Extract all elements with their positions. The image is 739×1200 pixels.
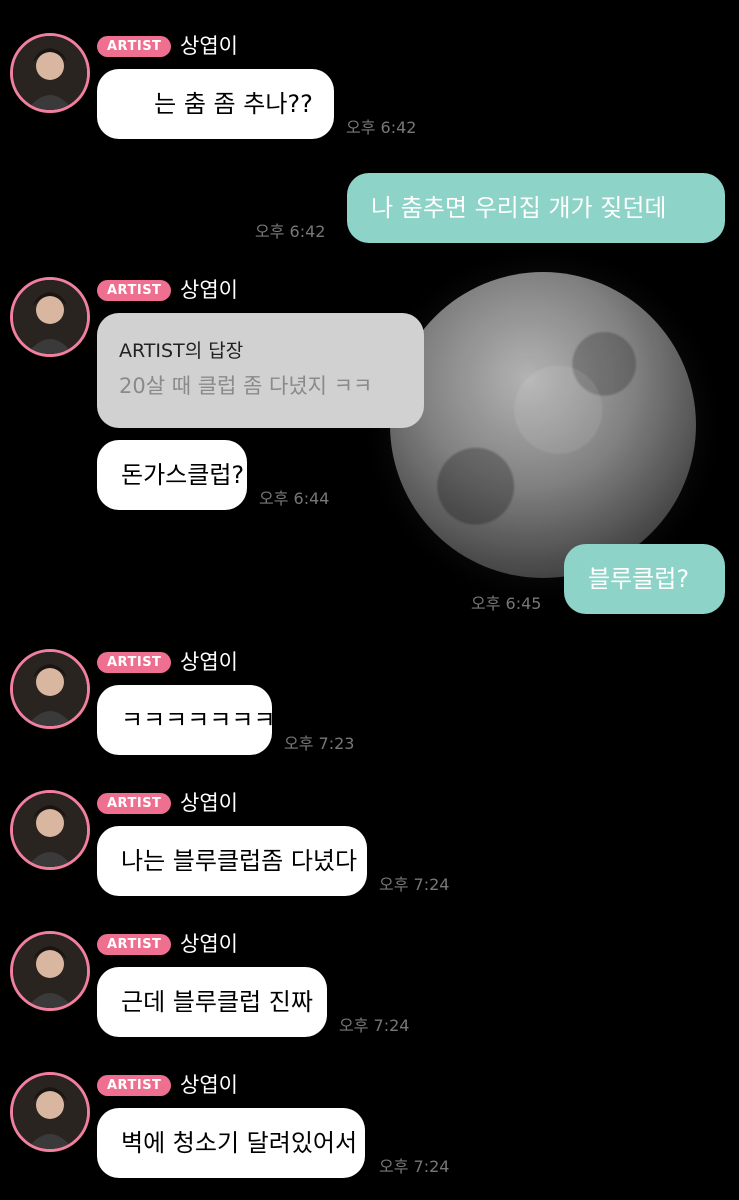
message-text: ㅋㅋㅋㅋㅋㅋㅋㅋ xyxy=(121,706,298,734)
message-bubble[interactable]: 는 춤 좀 추나?? xyxy=(97,69,334,139)
outgoing-message-bubble[interactable]: 블루클럽? xyxy=(564,544,725,614)
message-bubble[interactable]: 돈가스클럽? xyxy=(97,440,247,510)
outgoing-message-bubble[interactable]: 나 춤추면 우리집 개가 짖던데 xyxy=(347,173,725,243)
message-time: 오후 7:24 xyxy=(339,1016,410,1035)
message-bubble[interactable]: ㅋㅋㅋㅋㅋㅋㅋㅋ xyxy=(97,685,298,755)
reply-text: 20살 때 클럽 좀 다녔지 ㅋㅋ xyxy=(119,374,373,398)
message-time: 오후 6:44 xyxy=(259,489,330,508)
message-bubble[interactable]: 근데 블루클럽 진짜 xyxy=(97,967,327,1037)
avatar[interactable] xyxy=(10,790,90,870)
message-text: 돈가스클럽? xyxy=(121,461,245,489)
message-text: 는 춤 좀 추나?? xyxy=(154,90,313,118)
sender-name: 상엽이 xyxy=(180,278,238,302)
avatar[interactable] xyxy=(10,277,90,357)
sender-name: 상엽이 xyxy=(180,791,238,815)
message-text: 나 춤추면 우리집 개가 짖던데 xyxy=(371,194,667,222)
message-time: 오후 6:45 xyxy=(471,594,542,613)
message-bubble[interactable]: 벽에 청소기 달려있어서 xyxy=(97,1108,365,1178)
sender-name: 상엽이 xyxy=(180,1073,238,1097)
message-text: 블루클럽? xyxy=(588,565,690,593)
message-time: 오후 7:24 xyxy=(379,875,450,894)
avatar-icon xyxy=(13,652,87,726)
message-bubble[interactable]: 나는 블루클럽좀 다녔다 xyxy=(97,826,367,896)
artist-badge: ARTIST xyxy=(97,1075,172,1096)
message-time: 오후 6:42 xyxy=(346,118,417,137)
avatar-icon xyxy=(13,793,87,867)
artist-badge: ARTIST xyxy=(97,793,172,814)
message-text: 벽에 청소기 달려있어서 xyxy=(121,1129,358,1157)
artist-badge: ARTIST xyxy=(97,280,172,301)
avatar[interactable] xyxy=(10,649,90,729)
moon-background-image xyxy=(390,272,696,578)
artist-badge: ARTIST xyxy=(97,36,172,57)
message-text: 근데 블루클럽 진짜 xyxy=(121,988,313,1016)
artist-badge: ARTIST xyxy=(97,934,172,955)
reply-quote-bubble[interactable]: ARTIST의 답장 20살 때 클럽 좀 다녔지 ㅋㅋ xyxy=(97,313,424,428)
sender-name: 상엽이 xyxy=(180,932,238,956)
reply-title: ARTIST의 답장 xyxy=(119,340,244,362)
message-time: 오후 7:23 xyxy=(284,734,355,753)
avatar[interactable] xyxy=(10,33,90,113)
message-time: 오후 6:42 xyxy=(255,222,326,241)
avatar[interactable] xyxy=(10,1072,90,1152)
sender-name: 상엽이 xyxy=(180,34,238,58)
avatar-icon xyxy=(13,934,87,1008)
avatar[interactable] xyxy=(10,931,90,1011)
avatar-icon xyxy=(13,280,87,354)
message-time: 오후 7:24 xyxy=(379,1157,450,1176)
avatar-icon xyxy=(13,36,87,110)
message-text: 나는 블루클럽좀 다녔다 xyxy=(121,847,358,875)
avatar-icon xyxy=(13,1075,87,1149)
artist-badge: ARTIST xyxy=(97,652,172,673)
sender-name: 상엽이 xyxy=(180,650,238,674)
